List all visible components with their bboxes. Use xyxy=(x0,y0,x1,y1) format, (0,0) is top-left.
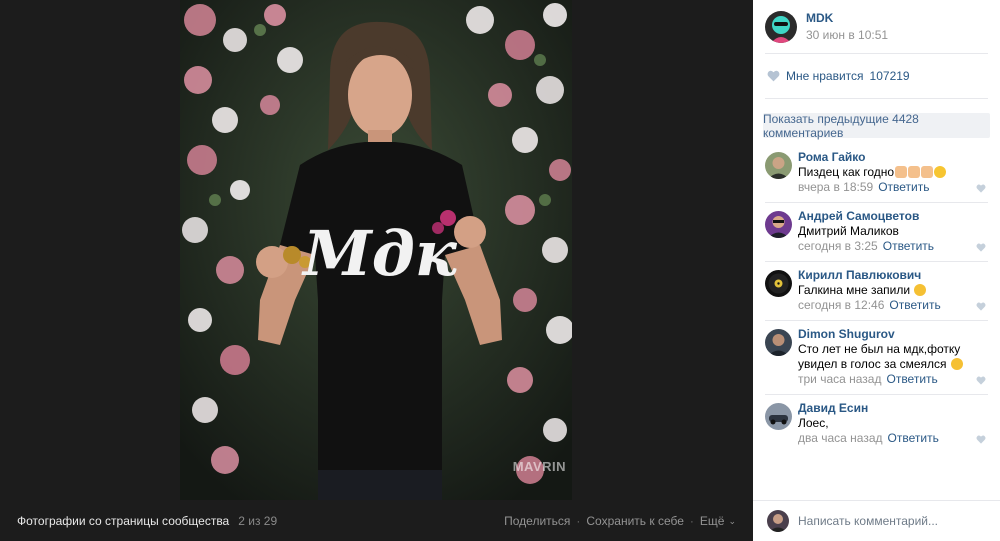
show-previous-comments-button[interactable]: Показать предыдущие 4428 комментариев xyxy=(763,112,990,140)
reply-link[interactable]: Ответить xyxy=(889,298,940,312)
post-header: MDK 30 июн в 10:51 xyxy=(753,0,1000,53)
commenter-avatar[interactable] xyxy=(765,329,792,356)
chevron-down-icon: ⌄ xyxy=(728,515,736,526)
photo-watermark: MAVRIN xyxy=(512,459,566,474)
comment-author-link[interactable]: Давид Есин xyxy=(798,401,988,416)
separator-dot: · xyxy=(576,513,581,528)
svg-text:Мдк: Мдк xyxy=(301,217,458,290)
comment-time[interactable]: вчера в 18:59 xyxy=(798,180,873,194)
comment-time[interactable]: два часа назад xyxy=(798,431,883,445)
photo-actions: Поделиться · Сохранить к себе · Ещё ⌄ xyxy=(504,514,736,528)
post-author-link[interactable]: MDK xyxy=(806,11,888,25)
comment-composer xyxy=(753,500,1000,541)
heart-icon xyxy=(767,70,780,82)
comment-like-icon[interactable] xyxy=(976,376,986,385)
photo-footer: Фотографии со страницы сообщества 2 из 2… xyxy=(0,500,753,541)
post-date[interactable]: 30 июн в 10:51 xyxy=(806,28,888,42)
photo-counter: 2 из 29 xyxy=(238,513,278,528)
reply-link[interactable]: Ответить xyxy=(878,180,929,194)
commenter-avatar[interactable] xyxy=(765,152,792,179)
comment-text: Галкина мне запили xyxy=(798,283,911,297)
album-title-link[interactable]: Фотографии со страницы сообщества xyxy=(17,514,229,528)
commenter-avatar[interactable] xyxy=(765,211,792,238)
comment-like-icon[interactable] xyxy=(976,243,986,252)
comment-time[interactable]: три часа назад xyxy=(798,372,881,386)
like-button[interactable]: Мне нравится 107219 xyxy=(753,54,1000,98)
comment-like-icon[interactable] xyxy=(976,302,986,311)
comment: Рома Гайко Пиздец как годно вчера в 18:5… xyxy=(765,144,988,203)
reply-link[interactable]: Ответить xyxy=(886,372,937,386)
comment-text: Сто лет не был на мдк,фотку увидел в гол… xyxy=(798,342,961,371)
comment: Кирилл Павлюкович Галкина мне запили сег… xyxy=(765,262,988,321)
comment: Давид Есин Лоес, два часа назад Ответить xyxy=(765,395,988,453)
page-avatar[interactable] xyxy=(765,10,797,43)
thumbs-up-icon xyxy=(895,166,908,178)
comment-time[interactable]: сегодня в 12:46 xyxy=(798,298,884,312)
thumbs-up-icon xyxy=(921,166,934,178)
more-menu[interactable]: Ещё ⌄ xyxy=(700,514,736,528)
post-sidebar: MDK 30 июн в 10:51 Мне нравится 107219 П… xyxy=(753,0,1000,541)
rofl-face-icon xyxy=(950,358,963,370)
comment: Андрей Самоцветов Дмитрий Маликов сегодн… xyxy=(765,203,988,262)
avatar-image xyxy=(765,10,797,43)
comment-like-icon[interactable] xyxy=(976,435,986,444)
reply-link[interactable]: Ответить xyxy=(883,239,934,253)
divider xyxy=(765,98,988,99)
comment-input[interactable] xyxy=(798,514,986,528)
worried-face-icon xyxy=(914,284,927,296)
photo[interactable]: Мдк MAVRIN xyxy=(180,0,572,500)
kissing-face-icon xyxy=(934,166,947,178)
commenter-avatar[interactable] xyxy=(765,403,792,430)
comment-text: Дмитрий Маликов xyxy=(798,224,899,238)
comment-text: Лоес, xyxy=(798,416,829,430)
share-link[interactable]: Поделиться xyxy=(504,514,570,528)
current-user-avatar[interactable] xyxy=(767,510,789,532)
comment: Dimon Shugurov Сто лет не был на мдк,фот… xyxy=(765,321,988,395)
comment-author-link[interactable]: Dimon Shugurov xyxy=(798,327,988,342)
photo-area: Мдк MAVRIN Фотографии со страницы сообще… xyxy=(0,0,753,541)
likes-label: Мне нравится xyxy=(786,69,864,83)
comments-list: Рома Гайко Пиздец как годно вчера в 18:5… xyxy=(753,144,1000,453)
comment-text: Пиздец как годно xyxy=(798,165,895,179)
comment-author-link[interactable]: Рома Гайко xyxy=(798,150,988,165)
comment-author-link[interactable]: Кирилл Павлюкович xyxy=(798,268,988,283)
thumbs-up-icon xyxy=(908,166,921,178)
save-to-album-link[interactable]: Сохранить к себе xyxy=(586,514,684,528)
comment-time[interactable]: сегодня в 3:25 xyxy=(798,239,878,253)
photo-image: Мдк xyxy=(180,0,572,500)
reply-link[interactable]: Ответить xyxy=(888,431,939,445)
photo-viewer: Мдк MAVRIN Фотографии со страницы сообще… xyxy=(0,0,1000,541)
more-label: Ещё xyxy=(699,513,725,528)
likes-count[interactable]: 107219 xyxy=(870,69,910,83)
comment-author-link[interactable]: Андрей Самоцветов xyxy=(798,209,988,224)
separator-dot: · xyxy=(689,513,694,528)
commenter-avatar[interactable] xyxy=(765,270,792,297)
comment-like-icon[interactable] xyxy=(976,184,986,193)
